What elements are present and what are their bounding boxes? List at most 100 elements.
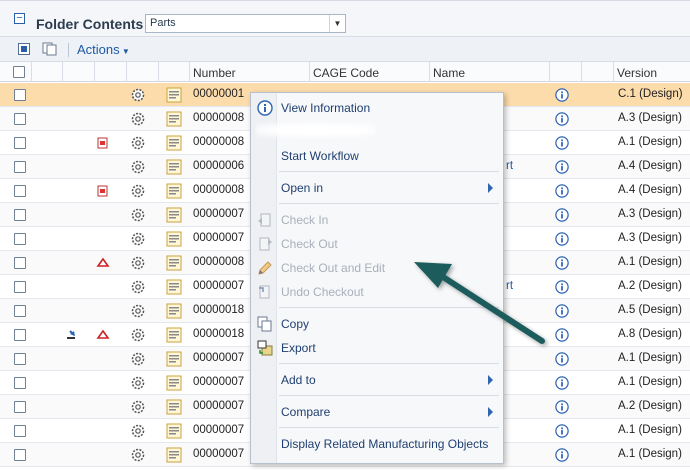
gear-icon[interactable] (130, 327, 146, 343)
version-value: A.3 (Design) (618, 208, 682, 220)
part-icon (166, 183, 182, 199)
part-icon (166, 87, 182, 103)
row-checkbox[interactable] (14, 425, 26, 437)
row-checkbox[interactable] (14, 401, 26, 413)
info-icon[interactable] (555, 208, 569, 222)
part-number[interactable]: 00000006 (193, 160, 244, 172)
part-number[interactable]: 00000008 (193, 136, 244, 148)
info-icon[interactable] (555, 112, 569, 126)
part-number[interactable]: 00000001 (193, 88, 244, 100)
select-all-icon[interactable] (18, 43, 30, 55)
gear-icon[interactable] (130, 87, 146, 103)
info-icon[interactable] (555, 400, 569, 414)
gear-icon[interactable] (130, 135, 146, 151)
part-number[interactable]: 00000007 (193, 208, 244, 220)
info-icon[interactable] (555, 280, 569, 294)
gear-icon[interactable] (130, 111, 146, 127)
gear-icon[interactable] (130, 399, 146, 415)
row-checkbox[interactable] (14, 233, 26, 245)
row-checkbox[interactable] (14, 257, 26, 269)
part-number[interactable]: 00000007 (193, 280, 244, 292)
menu-item-compare[interactable]: Compare (251, 401, 503, 423)
document-marker-icon (97, 137, 108, 149)
version-value: A.3 (Design) (618, 232, 682, 244)
row-checkbox[interactable] (14, 329, 26, 341)
part-icon (166, 303, 182, 319)
version-value: A.8 (Design) (618, 328, 682, 340)
version-value: A.1 (Design) (618, 136, 682, 148)
menu-item-display-related-manufacturing-objects[interactable]: Display Related Manufacturing Objects (251, 433, 503, 455)
gear-icon[interactable] (130, 375, 146, 391)
actions-menu-button[interactable]: Actions ▼ (77, 42, 130, 57)
info-icon[interactable] (555, 424, 569, 438)
menu-item-label: Compare (281, 405, 331, 419)
version-value: A.1 (Design) (618, 424, 682, 436)
gear-icon[interactable] (130, 255, 146, 271)
menu-item-label: Undo Checkout (281, 285, 364, 299)
part-number[interactable]: 00000018 (193, 328, 244, 340)
info-icon[interactable] (555, 328, 569, 342)
info-icon[interactable] (555, 352, 569, 366)
row-checkbox[interactable] (14, 137, 26, 149)
menu-item-start-workflow[interactable]: Start Workflow (251, 145, 503, 167)
folder-select[interactable]: Parts ▼ (145, 14, 346, 33)
part-number[interactable]: 00000007 (193, 352, 244, 364)
menu-item-label: Check Out and Edit (281, 261, 386, 275)
menu-item-label: Copy (281, 317, 310, 331)
info-icon[interactable] (555, 88, 569, 102)
row-checkbox[interactable] (14, 209, 26, 221)
copy-icon[interactable] (42, 42, 58, 56)
part-number[interactable]: 00000008 (193, 184, 244, 196)
gear-icon[interactable] (130, 279, 146, 295)
part-number[interactable]: 00000007 (193, 232, 244, 244)
menu-item-add-to[interactable]: Add to (251, 369, 503, 391)
info-icon[interactable] (555, 304, 569, 318)
column-header-name[interactable]: Name (430, 62, 550, 82)
part-number[interactable]: 00000008 (193, 256, 244, 268)
part-number[interactable]: 00000007 (193, 424, 244, 436)
menu-item-export[interactable]: Export (251, 337, 503, 359)
part-name[interactable]: rt (506, 280, 513, 292)
part-number[interactable]: 00000007 (193, 448, 244, 460)
gear-icon[interactable] (130, 303, 146, 319)
gear-icon[interactable] (130, 351, 146, 367)
info-icon[interactable] (555, 160, 569, 174)
info-icon[interactable] (555, 376, 569, 390)
column-header-number[interactable]: Number (190, 62, 310, 82)
info-icon[interactable] (555, 256, 569, 270)
row-checkbox[interactable] (14, 305, 26, 317)
gear-icon[interactable] (130, 183, 146, 199)
header-col (127, 62, 159, 82)
part-number[interactable]: 00000007 (193, 400, 244, 412)
row-checkbox[interactable] (14, 185, 26, 197)
part-number[interactable]: 00000018 (193, 304, 244, 316)
gear-icon[interactable] (130, 207, 146, 223)
info-icon[interactable] (555, 136, 569, 150)
menu-item-open-in[interactable]: Open in (251, 177, 503, 199)
row-checkbox[interactable] (14, 377, 26, 389)
info-icon[interactable] (555, 232, 569, 246)
row-checkbox[interactable] (14, 89, 26, 101)
chevron-down-icon[interactable]: ▼ (329, 15, 345, 32)
row-checkbox[interactable] (14, 113, 26, 125)
column-header-cage-code[interactable]: CAGE Code (310, 62, 430, 82)
part-number[interactable]: 00000008 (193, 112, 244, 124)
part-number[interactable]: 00000007 (193, 376, 244, 388)
toolbar: Actions ▼ (0, 36, 690, 62)
gear-icon[interactable] (130, 231, 146, 247)
menu-item-copy[interactable]: Copy (251, 313, 503, 335)
row-checkbox[interactable] (14, 161, 26, 173)
info-icon[interactable] (555, 448, 569, 462)
gear-icon[interactable] (130, 159, 146, 175)
part-name[interactable]: rt (506, 160, 513, 172)
row-checkbox[interactable] (14, 449, 26, 461)
row-checkbox[interactable] (14, 353, 26, 365)
info-icon[interactable] (555, 184, 569, 198)
menu-item-view-information[interactable]: View Information (251, 97, 503, 119)
column-header-version[interactable]: Version (614, 62, 690, 82)
collapse-icon[interactable]: − (14, 13, 25, 24)
row-checkbox[interactable] (14, 281, 26, 293)
gear-icon[interactable] (130, 423, 146, 439)
gear-icon[interactable] (130, 447, 146, 463)
header-checkbox[interactable] (13, 66, 25, 78)
